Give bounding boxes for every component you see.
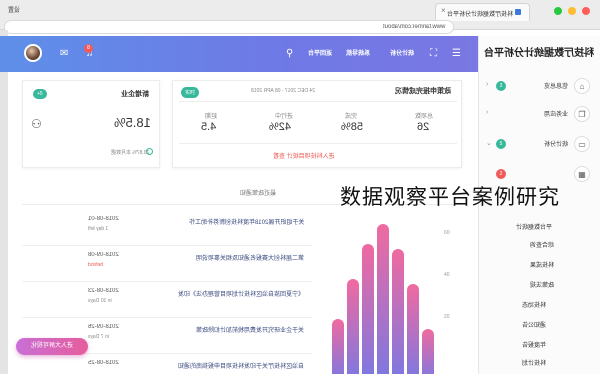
sidebar-badge: 3 (496, 81, 506, 91)
chart-bar (407, 284, 419, 374)
nav-item-system[interactable]: 系统导航 (346, 48, 370, 57)
scrollbar[interactable] (0, 30, 8, 374)
sidebar-badge: 5 (496, 139, 506, 149)
bar-chart (332, 224, 434, 374)
calendar-icon: ▦ (574, 166, 590, 182)
list-item[interactable]: 关于组织开展2018年度科技创新券补助工作 2018-08-01 1 day l… (22, 212, 312, 246)
live-badge: 实时 (181, 87, 200, 98)
avatar[interactable] (24, 44, 42, 62)
fullscreen-icon[interactable]: ⛶ (430, 48, 437, 59)
sidebar-subitem[interactable]: 政策法规 (530, 280, 554, 289)
list-item[interactable]: 自治区科技厅关于印发科技项目申报指南的通知 2018-08-25 (22, 356, 312, 390)
sidebar-item-label: 信息总览 (543, 84, 568, 90)
notification-badge: 8 (84, 44, 93, 53)
chevron-right-icon: › (486, 81, 489, 88)
chart-bar (362, 244, 374, 374)
stat-value: 4.5 (201, 121, 217, 133)
search-icon[interactable]: ⚲ (286, 48, 293, 59)
sidebar-subitem[interactable]: 平台数据统计 (516, 222, 552, 231)
chevron-down-icon: ⌄ (486, 140, 492, 147)
stat-label: 延期 (205, 114, 218, 120)
project-stats-link[interactable]: 进入科技项目统计 查看 (273, 151, 335, 160)
stat-value: 58% (341, 121, 364, 133)
check-circle-icon (146, 148, 153, 155)
nav-item-statistics[interactable]: 统计分析 (390, 48, 414, 57)
left-tab[interactable]: 设置 (8, 5, 20, 14)
layers-icon: ❐ (574, 106, 590, 122)
chart-bar (392, 249, 404, 374)
stat-value: 42% (269, 121, 292, 133)
section-title: 最近政策通知 (240, 191, 277, 197)
mail-icon[interactable]: ✉ (60, 48, 68, 59)
sidebar-subitem[interactable]: 综合查询 (530, 240, 554, 249)
status-card: 实时 政策申报完成情况 24 DEC 2017 - 08 APR 2018 总项… (172, 80, 462, 168)
users-icon: ⚇ (31, 117, 42, 131)
y-tick-label: 40 (444, 272, 450, 278)
card-footnote: 23.87% 本月数据 (110, 150, 149, 156)
nav-item-return[interactable]: 返回平台 (308, 48, 332, 57)
sidebar-item-label: 统计分析 (543, 142, 568, 148)
sidebar-subitem[interactable]: 科技动态 (522, 300, 546, 309)
window-close-button[interactable] (582, 7, 590, 15)
card-title: 新增企业 (121, 91, 149, 98)
date-range: 24 DEC 2017 - 08 APR 2018 (251, 88, 315, 94)
address-text: www.tanmer.com/about (382, 24, 445, 30)
list-item[interactable]: 第二届科创大赛报名通知及相关事项说明 2018-09-08 behind (22, 248, 312, 282)
menu-icon[interactable]: ☰ (452, 48, 461, 59)
card-title: 政策申报完成情况 (395, 88, 451, 95)
y-tick-label: 60 (444, 230, 450, 236)
divider (179, 101, 457, 102)
watermark-caption: 数据观察平台案例研究 (340, 185, 560, 209)
sidebar-title: 科技厅数据统计分析平台 (484, 48, 594, 59)
address-bar[interactable]: www.tanmer.com/about (4, 20, 454, 34)
chart-bar (422, 329, 434, 374)
sidebar-subitem[interactable]: 科技成果 (530, 260, 554, 269)
sidebar-subitem[interactable]: 通知公告 (522, 320, 546, 329)
sidebar-badge: 2 (496, 169, 506, 179)
sidebar-item-analysis[interactable]: ▭ 统计分析 5 ⌄ (482, 134, 594, 156)
list-item[interactable]: 《宁夏回族自治区科技计划项目管理办法》印发 2018-08-23 in 10 D… (22, 284, 312, 318)
chart-bar (347, 279, 359, 374)
stat-label: 总项数 (415, 114, 434, 120)
stat-value: 26 (417, 121, 430, 133)
top-navbar: ☰ ⛶ 统计分析 系统导航 返回平台 ⚲ ♫ ✉ (0, 36, 478, 72)
monitor-icon: ▭ (574, 136, 590, 152)
growth-badge: +5 (33, 89, 47, 99)
card-value: 18.5% (114, 115, 151, 130)
home-icon: ⌂ (574, 78, 590, 94)
divider (179, 143, 457, 144)
chevron-right-icon: › (486, 109, 489, 116)
chart-bar (377, 224, 389, 374)
sidebar-subitem[interactable]: 科技计划 (522, 358, 546, 367)
sidebar-item-overview[interactable]: ⌂ 信息总览 3 › (482, 76, 594, 98)
sidebar-item-apps[interactable]: ❐ 业务应用 › (482, 104, 594, 126)
new-enterprises-card: +5 新增企业 ⚇ 18.5% 23.87% 本月数据 (22, 80, 160, 168)
stat-label: 完成 (345, 114, 358, 120)
tab-close-icon[interactable]: × (441, 6, 576, 15)
chart-bar (332, 319, 344, 374)
sidebar-item-label: 业务应用 (543, 112, 568, 118)
open-dashboard-button[interactable]: 进入大屏可视化 (16, 338, 88, 355)
y-tick-label: 20 (444, 314, 450, 320)
stat-label: 进行中 (275, 114, 294, 120)
sidebar-subitem[interactable]: 年度报告 (522, 340, 546, 349)
